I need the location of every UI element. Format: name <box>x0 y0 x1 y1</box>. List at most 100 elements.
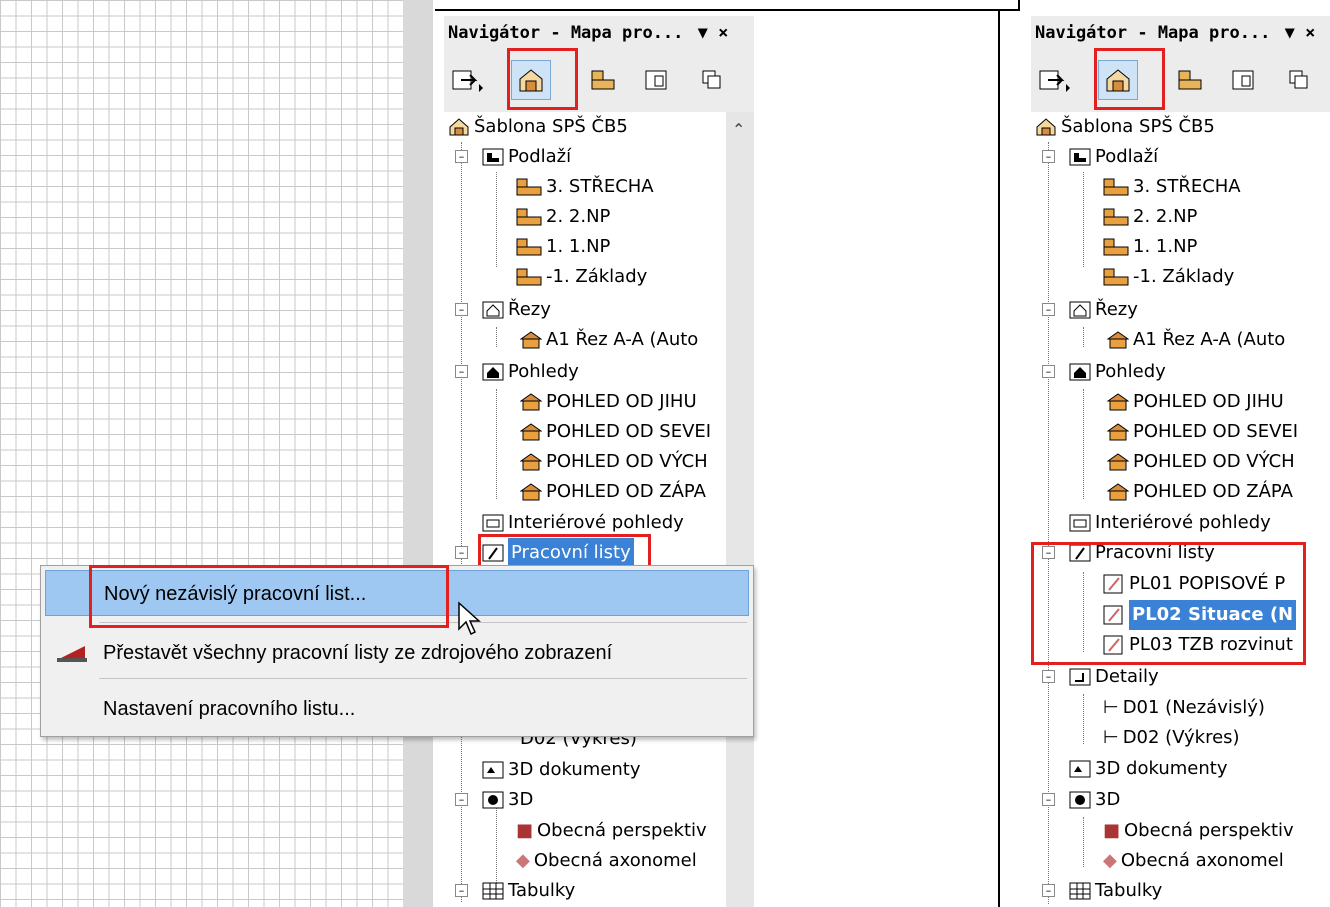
house-icon <box>1107 331 1129 349</box>
collapse-toggle[interactable]: – <box>455 303 468 316</box>
collapse-toggle[interactable]: – <box>455 546 468 559</box>
close-icon[interactable]: × <box>718 23 728 43</box>
tree-item-view[interactable]: POHLED OD JIHU <box>520 387 697 417</box>
tree-item-details[interactable]: Detaily <box>1069 662 1159 692</box>
tree-item-3d[interactable]: 3D <box>1069 785 1120 815</box>
collapse-toggle[interactable]: – <box>455 365 468 378</box>
tree-item-axonometry[interactable]: ◆ Obecná axonomel <box>1103 846 1284 876</box>
navigator-panel-right: Navigátor - Mapa pro... ▼ × Šablona SPŠ … <box>1031 16 1330 907</box>
collapse-toggle[interactable]: – <box>455 150 468 163</box>
3d-document-icon <box>1069 760 1091 778</box>
tree-item-view[interactable]: POHLED OD VÝCH <box>1107 447 1295 477</box>
collapse-toggle[interactable]: – <box>1042 303 1055 316</box>
publisher-sets-button[interactable] <box>1279 60 1319 100</box>
house-icon <box>1107 393 1129 411</box>
publisher-sets-button[interactable] <box>692 60 732 100</box>
tree-item-view[interactable]: POHLED OD ZÁPA <box>1107 477 1293 507</box>
collapse-toggle[interactable]: – <box>455 884 468 897</box>
house-icon <box>1107 423 1129 441</box>
tree-item-rezy[interactable]: Řezy <box>1069 295 1138 325</box>
menu-item-new-worksheet[interactable]: Nový nezávislý pracovní list... <box>45 570 749 616</box>
tree-item-view[interactable]: POHLED OD JIHU <box>1107 387 1284 417</box>
tree-item-schedules[interactable]: Tabulky <box>1069 876 1162 906</box>
layout-book-button[interactable] <box>1223 60 1263 100</box>
collapse-toggle[interactable]: – <box>1042 150 1055 163</box>
tree-item-rezy[interactable]: Řezy <box>482 295 551 325</box>
view-map-button[interactable] <box>1170 60 1210 100</box>
tree-item-axonometry[interactable]: ◆ Obecná axonomel <box>516 846 697 876</box>
tree-item-perspective[interactable]: ■ Obecná perspektiv <box>516 816 707 846</box>
tree-item-podlazi[interactable]: Podlaží <box>1069 142 1158 172</box>
close-icon[interactable]: × <box>1305 23 1315 43</box>
house-icon <box>1107 483 1129 501</box>
publish-button[interactable] <box>448 60 488 100</box>
3d-icon <box>482 791 504 809</box>
collapse-toggle[interactable]: – <box>1042 546 1055 559</box>
tree-item-floor[interactable]: 1. 1.NP <box>516 232 610 262</box>
tree-item-floor[interactable]: 2. 2.NP <box>1103 202 1197 232</box>
canvas-scrollbar[interactable] <box>403 0 433 907</box>
tree-item-perspective[interactable]: ■ Obecná perspektiv <box>1103 816 1294 846</box>
tree-item-floor[interactable]: 3. STŘECHA <box>516 172 654 202</box>
collapse-toggle[interactable]: – <box>1042 670 1055 683</box>
tree-item-floor[interactable]: 3. STŘECHA <box>1103 172 1241 202</box>
dropdown-icon[interactable]: ▼ <box>1285 23 1295 43</box>
tree-item-worksheets[interactable]: Pracovní listy <box>1069 538 1215 568</box>
scroll-up-icon[interactable]: ⌃ <box>732 120 745 139</box>
tree-item-section[interactable]: A1 Řez A-A (Auto <box>1107 325 1285 355</box>
divider-line <box>1018 0 1020 11</box>
tree-item-detail[interactable]: ⊢ D01 (Nezávislý) <box>1103 693 1265 723</box>
navigator-title-bar[interactable]: Navigátor - Mapa pro... ▼ × <box>1031 16 1330 50</box>
navigator-panel-left: Navigátor - Mapa pro... ▼ × Šablona SPŠ … <box>444 16 754 907</box>
worksheet-icon <box>1103 635 1123 655</box>
tree-item-floor[interactable]: 1. 1.NP <box>1103 232 1197 262</box>
project-map-button[interactable] <box>511 60 551 100</box>
tree-item-view[interactable]: POHLED OD SEVEI <box>1107 417 1298 447</box>
tree-item-worksheet[interactable]: PL01 POPISOVÉ P <box>1103 569 1285 599</box>
navigator-toolbar <box>1031 52 1330 112</box>
tree-item-3d-documents[interactable]: 3D dokumenty <box>1069 754 1227 784</box>
tree-root[interactable]: Šablona SPŠ ČB5 <box>448 112 628 142</box>
tree-item-3d-documents[interactable]: 3D dokumenty <box>482 755 640 785</box>
section-icon <box>1069 301 1091 319</box>
tree-item-view[interactable]: POHLED OD SEVEI <box>520 417 711 447</box>
tree-item-interior[interactable]: Interiérové pohledy <box>482 508 684 538</box>
layout-book-button[interactable] <box>636 60 676 100</box>
dropdown-icon[interactable]: ▼ <box>698 23 708 43</box>
floor-icon <box>1103 178 1129 196</box>
collapse-toggle[interactable]: – <box>1042 884 1055 897</box>
tree-item-3d[interactable]: 3D <box>482 785 533 815</box>
floor-icon <box>516 238 542 256</box>
collapse-toggle[interactable]: – <box>1042 793 1055 806</box>
menu-item-rebuild-worksheets[interactable]: Přestavět všechny pracovní listy ze zdro… <box>45 630 749 676</box>
tree-scrollbar[interactable]: ⌃ <box>726 112 754 907</box>
tree-root[interactable]: Šablona SPŠ ČB5 <box>1035 112 1215 142</box>
project-map-button[interactable] <box>1098 60 1138 100</box>
navigator-title-bar[interactable]: Navigátor - Mapa pro... ▼ × <box>444 16 754 50</box>
tree-item-podlazi[interactable]: Podlaží <box>482 142 571 172</box>
collapse-toggle[interactable]: – <box>455 793 468 806</box>
tree-item-detail[interactable]: ⊢ D02 (Výkres) <box>1103 723 1240 753</box>
publisher-sets-icon <box>702 70 721 89</box>
drawing-canvas-grid[interactable] <box>0 0 403 907</box>
tree-item-interior[interactable]: Interiérové pohledy <box>1069 508 1271 538</box>
tree-item-section[interactable]: A1 Řez A-A (Auto <box>520 325 698 355</box>
tree-item-floor[interactable]: -1. Základy <box>1103 262 1234 292</box>
tree-item-floor[interactable]: -1. Základy <box>516 262 647 292</box>
collapse-toggle[interactable]: – <box>1042 365 1055 378</box>
tree-item-worksheet-selected[interactable]: PL02 Situace (N <box>1103 600 1297 630</box>
tree-item-worksheets[interactable]: Pracovní listy <box>482 538 634 568</box>
worksheet-icon <box>482 544 504 562</box>
view-map-button[interactable] <box>583 60 623 100</box>
tree-item-pohledy[interactable]: Pohledy <box>1069 357 1166 387</box>
publish-button[interactable] <box>1035 60 1075 100</box>
tree-item-pohledy[interactable]: Pohledy <box>482 357 579 387</box>
tree-item-worksheet[interactable]: PL03 TZB rozvinut <box>1103 630 1293 660</box>
menu-item-worksheet-settings[interactable]: Nastavení pracovního listu... <box>45 686 749 732</box>
tree-item-view[interactable]: POHLED OD ZÁPA <box>520 477 706 507</box>
project-icon <box>449 118 469 136</box>
tree-item-view[interactable]: POHLED OD VÝCH <box>520 447 708 477</box>
worksheet-icon <box>1103 574 1123 594</box>
tree-item-floor[interactable]: 2. 2.NP <box>516 202 610 232</box>
tree-item-schedules[interactable]: Tabulky <box>482 876 575 906</box>
